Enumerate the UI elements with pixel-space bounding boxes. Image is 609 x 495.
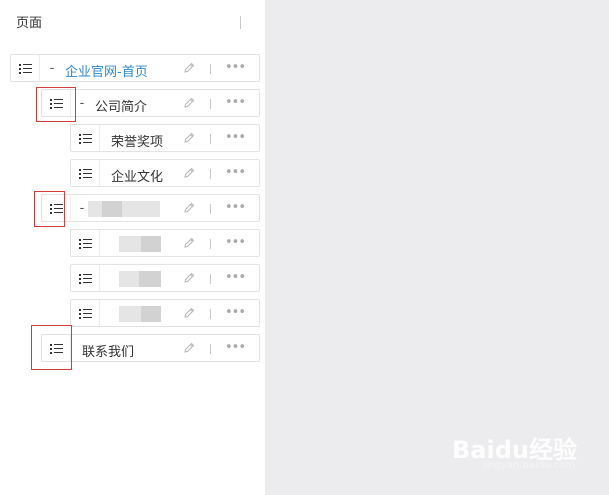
blurred-text	[119, 271, 139, 287]
pencil-icon[interactable]	[182, 61, 196, 75]
page-node-blurred-child[interactable]: •••	[70, 229, 260, 257]
list-icon	[79, 134, 92, 144]
action-divider	[210, 344, 211, 354]
action-divider	[210, 204, 211, 214]
action-divider	[210, 64, 211, 74]
page-node-label[interactable]: 联系我们	[82, 341, 134, 360]
drag-handle[interactable]	[71, 125, 100, 151]
blurred-text	[122, 201, 160, 217]
page-node-blurred-child[interactable]: •••	[70, 299, 260, 327]
blurred-text	[88, 201, 102, 217]
more-icon[interactable]: •••	[225, 305, 246, 320]
more-icon[interactable]: •••	[225, 235, 246, 250]
more-icon[interactable]: •••	[225, 95, 246, 110]
more-icon[interactable]: •••	[225, 165, 246, 180]
page-node-home[interactable]: - 企业官网-首页 •••	[10, 54, 260, 82]
more-icon[interactable]: •••	[225, 130, 246, 145]
action-divider	[210, 239, 211, 249]
header-divider	[240, 16, 241, 29]
action-divider	[210, 309, 211, 319]
page-node-blurred-parent[interactable]: - •••	[41, 194, 260, 222]
blurred-text	[119, 306, 141, 322]
list-icon	[79, 239, 92, 249]
panel-header: 页面	[0, 0, 265, 44]
drag-handle[interactable]	[11, 55, 40, 81]
pencil-icon[interactable]	[182, 271, 196, 285]
blurred-text	[141, 306, 161, 322]
list-icon	[19, 64, 32, 74]
action-divider	[210, 169, 211, 179]
blurred-text	[102, 201, 122, 217]
page-node-contact[interactable]: 联系我们 •••	[41, 334, 260, 362]
action-divider	[210, 274, 211, 284]
page-node-culture[interactable]: 企业文化 •••	[70, 159, 260, 187]
blurred-text	[141, 236, 161, 252]
pencil-icon[interactable]	[182, 341, 196, 355]
page-node-honors[interactable]: 荣誉奖项 •••	[70, 124, 260, 152]
highlight-annotation	[36, 87, 76, 122]
list-icon	[79, 274, 92, 284]
panel-title: 页面	[16, 16, 43, 31]
pencil-icon[interactable]	[182, 201, 196, 215]
list-icon	[79, 309, 92, 319]
pencil-icon[interactable]	[182, 166, 196, 180]
page-node-label[interactable]: 荣誉奖项	[111, 131, 163, 150]
list-icon	[79, 169, 92, 179]
drag-handle[interactable]	[71, 300, 100, 326]
collapse-toggle[interactable]: -	[48, 61, 56, 76]
drag-handle[interactable]	[71, 265, 100, 291]
highlight-annotation	[34, 191, 65, 227]
page-node-label[interactable]: 企业文化	[111, 166, 163, 185]
action-divider	[210, 134, 211, 144]
blurred-text	[139, 271, 161, 287]
blurred-text	[119, 236, 141, 252]
page-node-label[interactable]: 公司简介	[95, 96, 147, 115]
more-icon[interactable]: •••	[225, 200, 246, 215]
watermark-url: jingyan.baidu.com	[482, 460, 575, 471]
collapse-toggle[interactable]: -	[78, 96, 86, 111]
more-icon[interactable]: •••	[225, 340, 246, 355]
page-node-blurred-child[interactable]: •••	[70, 264, 260, 292]
canvas-area	[265, 0, 609, 495]
collapse-toggle[interactable]: -	[78, 201, 86, 216]
pencil-icon[interactable]	[182, 236, 196, 250]
more-icon[interactable]: •••	[225, 60, 246, 75]
pencil-icon[interactable]	[182, 131, 196, 145]
drag-handle[interactable]	[71, 230, 100, 256]
pencil-icon[interactable]	[182, 96, 196, 110]
pages-panel: 页面 - 企业官网-首页 ••• - 公司简介 ••• 荣誉奖项 ••• 企业文…	[0, 0, 265, 495]
pencil-icon[interactable]	[182, 306, 196, 320]
highlight-annotation	[31, 325, 72, 370]
drag-handle[interactable]	[71, 160, 100, 186]
more-icon[interactable]: •••	[225, 270, 246, 285]
page-node-label[interactable]: 企业官网-首页	[65, 61, 148, 80]
action-divider	[210, 99, 211, 109]
